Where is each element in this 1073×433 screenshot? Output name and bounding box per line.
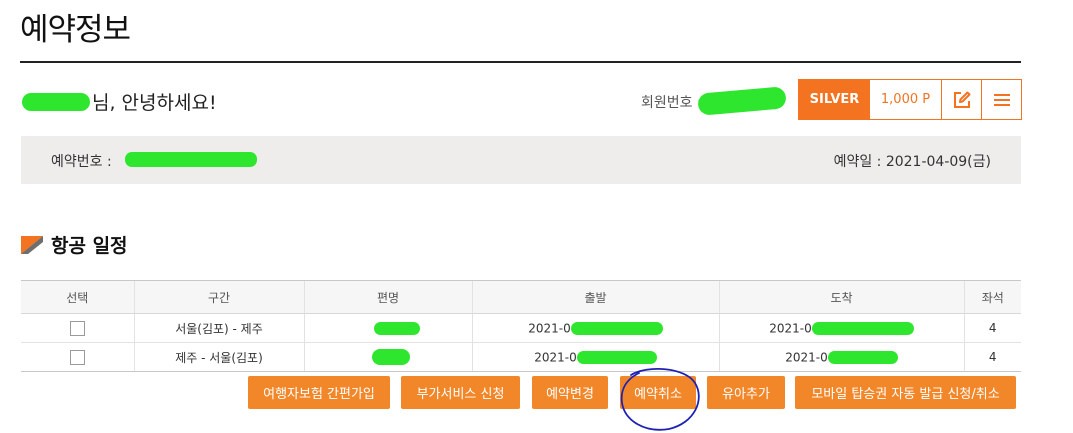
column-header-seats: 좌석 <box>963 280 1021 314</box>
select-cell <box>21 313 134 343</box>
column-header-flight: 편명 <box>303 280 472 314</box>
column-header-select: 선택 <box>21 280 134 314</box>
arrival-date-prefix: 2021-0 <box>769 321 812 336</box>
seats-cell: 4 <box>963 313 1021 343</box>
flight-schedule-heading: 항공 일정 <box>20 231 128 258</box>
row-checkbox[interactable] <box>69 349 85 365</box>
redacted-user-name <box>22 93 90 111</box>
menu-button[interactable] <box>981 80 1021 119</box>
edit-icon <box>953 91 970 108</box>
reservation-number-label: 예약번호 : <box>51 154 112 170</box>
hand-drawn-circle-annotation <box>620 368 700 431</box>
redacted-flight-number <box>374 322 420 335</box>
mobile-boarding-pass-button[interactable]: 모바일 탑승권 자동 발급 신청/취소 <box>795 376 1016 409</box>
add-infant-button[interactable]: 유아추가 <box>707 376 785 409</box>
member-grade-badge: SILVER <box>799 80 870 119</box>
departure-date-prefix: 2021-0 <box>528 321 571 336</box>
section-title: 항공 일정 <box>51 235 128 257</box>
departure-date-prefix: 2021-0 <box>534 350 577 365</box>
greeting-text: 님, 안녕하세요! <box>92 92 217 114</box>
orange-flag-icon <box>21 235 43 254</box>
table-row: 제주 - 서울(김포) 2021-0 2021-0 4 <box>21 342 1021 372</box>
select-cell <box>21 342 134 372</box>
flight-cell <box>303 313 472 343</box>
member-number-label: 회원번호 : <box>641 95 702 111</box>
arrival-cell: 2021-0 <box>718 342 964 372</box>
row-checkbox[interactable] <box>69 320 85 336</box>
table-header-row: 선택 구간 편명 출발 도착 좌석 <box>21 280 1021 314</box>
redacted-departure-time <box>576 350 657 364</box>
menu-icon <box>993 93 1010 106</box>
edit-profile-button[interactable] <box>942 80 981 119</box>
travel-insurance-button[interactable]: 여행자보험 간편가입 <box>248 376 390 409</box>
change-reservation-button[interactable]: 예약변경 <box>532 376 608 409</box>
redacted-reservation-number <box>125 152 257 167</box>
flight-schedule-table: 선택 구간 편명 출발 도착 좌석 서울(김포) - 제주 2021-0 202… <box>21 280 1021 372</box>
flight-cell <box>303 342 472 372</box>
member-info-box: SILVER 1,000 P <box>798 79 1022 120</box>
redacted-arrival-time <box>827 350 898 364</box>
page-title: 예약정보 <box>20 12 131 48</box>
seats-cell: 4 <box>963 342 1021 372</box>
table-row: 서울(김포) - 제주 2021-0 2021-0 4 <box>21 313 1021 343</box>
column-header-arrival: 도착 <box>718 280 964 314</box>
departure-cell: 2021-0 <box>471 313 719 343</box>
route-cell: 제주 - 서울(김포) <box>133 342 304 372</box>
member-points[interactable]: 1,000 P <box>870 80 942 119</box>
reservation-date: 예약일 : 2021-04-09(금) <box>833 154 991 170</box>
arrival-date-prefix: 2021-0 <box>785 350 828 365</box>
redacted-arrival-time <box>811 321 914 335</box>
greeting: 님, 안녕하세요! <box>22 88 217 115</box>
title-divider <box>20 61 1021 63</box>
reservation-info-bar: 예약번호 : 예약일 : 2021-04-09(금) <box>21 136 1021 184</box>
column-header-departure: 출발 <box>471 280 719 314</box>
redacted-member-number <box>697 86 787 116</box>
column-header-route: 구간 <box>133 280 304 314</box>
route-cell: 서울(김포) - 제주 <box>133 313 304 343</box>
extra-service-button[interactable]: 부가서비스 신청 <box>401 376 520 409</box>
redacted-departure-time <box>570 321 663 335</box>
redacted-flight-number <box>372 349 410 365</box>
arrival-cell: 2021-0 <box>718 313 964 343</box>
